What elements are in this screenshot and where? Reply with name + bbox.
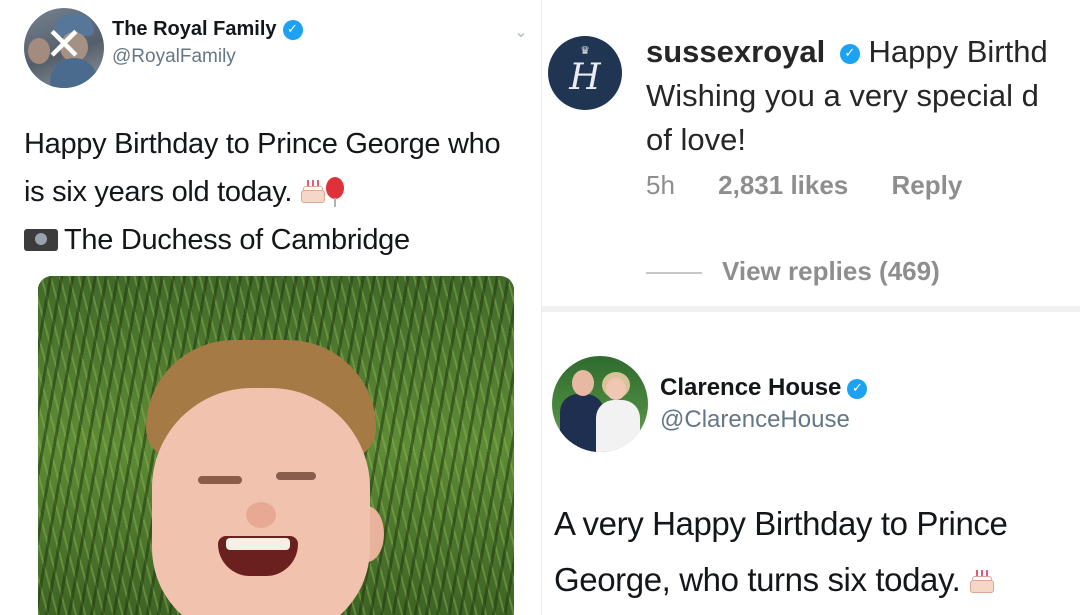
royal-family-name-row[interactable]: The Royal Family ✓	[112, 18, 303, 41]
royal-family-avatar[interactable]: ✕	[24, 8, 104, 88]
tweet-text-line-2-row: George, who turns six today.	[554, 552, 1074, 608]
comment-line-1: sussexroyal ✓ Happy Birthd	[646, 30, 1080, 74]
comment-line-2: Wishing you a very special d	[646, 78, 1039, 113]
clarence-house-name-row[interactable]: Clarence House ✓	[660, 374, 868, 402]
account-handle[interactable]: @RoyalFamily	[112, 46, 236, 68]
balloon-icon	[325, 177, 344, 207]
tweet-text-line-2: George, who turns six today.	[554, 561, 961, 598]
photo-credit: The Duchess of Cambridge	[24, 224, 410, 257]
photo-credit-text: The Duchess of Cambridge	[64, 224, 410, 256]
comment-text: sussexroyal ✓ Happy Birthd Wishing you a…	[646, 30, 1080, 162]
tweet-text-line-1: Happy Birthday to Prince George who	[24, 128, 501, 160]
royal-family-tweet: ✕ The Royal Family ✓ @RoyalFamily ⌄ Happy…	[0, 0, 542, 615]
account-name[interactable]: The Royal Family	[112, 18, 277, 40]
cake-icon	[300, 180, 326, 204]
camera-icon	[24, 229, 58, 251]
tweet-photo[interactable]	[38, 276, 514, 615]
clarence-house-avatar[interactable]	[552, 356, 648, 452]
comment-time: 5h	[646, 170, 675, 200]
crown-icon: ♛	[580, 44, 590, 57]
reply-button[interactable]: Reply	[892, 170, 963, 200]
comment-likes[interactable]: 2,831 likes	[718, 170, 848, 200]
monogram-logo: H	[569, 57, 601, 98]
close-icon[interactable]: ✕	[42, 21, 86, 67]
clarence-house-tweet: Clarence House ✓ @ClarenceHouse A very Ha…	[542, 306, 1080, 615]
tweet-text-line-2-row: is six years old today.	[24, 168, 534, 216]
verified-badge-icon: ✓	[847, 378, 868, 399]
comment-line-3: of love!	[646, 122, 746, 157]
comment-username[interactable]: sussexroyal	[646, 34, 825, 69]
account-handle[interactable]: @ClarenceHouse	[660, 406, 850, 434]
chevron-down-icon[interactable]: ⌄	[510, 22, 532, 44]
sussexroyal-avatar[interactable]: ♛ H	[548, 36, 622, 110]
tweet-text-line-2: is six years old today.	[24, 176, 293, 208]
divider	[646, 272, 702, 275]
view-replies-link[interactable]: View replies (469)	[646, 256, 940, 287]
comment-line-1-text: Happy Birthd	[868, 34, 1048, 69]
tweet-text: Happy Birthday to Prince George who is s…	[24, 120, 534, 216]
sussexroyal-comment: ♛ H sussexroyal ✓ Happy Birthd Wishing y…	[542, 0, 1080, 305]
tweet-text: A very Happy Birthday to Prince George, …	[554, 496, 1074, 608]
cake-icon	[969, 570, 995, 594]
tweet-text-line-1: A very Happy Birthday to Prince	[554, 505, 1008, 542]
verified-badge-icon: ✓	[839, 43, 860, 64]
verified-badge-icon: ✓	[282, 19, 303, 40]
account-name[interactable]: Clarence House	[660, 374, 841, 401]
view-replies-text[interactable]: View replies (469)	[722, 256, 940, 286]
comment-meta: 5h 2,831 likes Reply	[646, 170, 998, 201]
